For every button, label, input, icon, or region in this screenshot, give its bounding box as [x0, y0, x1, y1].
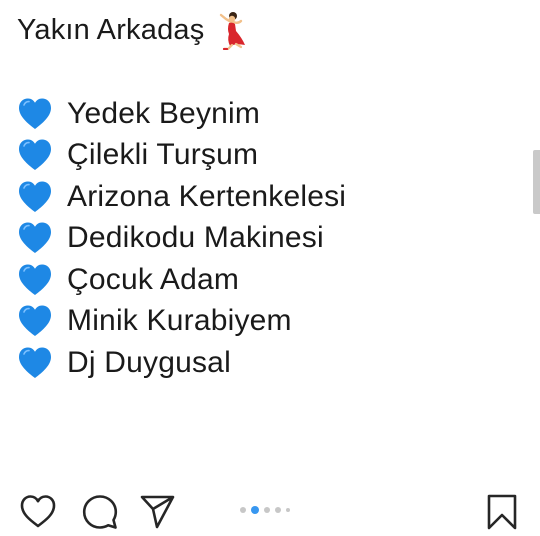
blue-heart-icon	[19, 139, 51, 171]
list-item: Çilekli Turşum	[17, 135, 517, 177]
comment-icon[interactable]	[80, 492, 120, 532]
caption-title: Yakın Arkadaş	[17, 13, 205, 46]
list-item-label: Arizona Kertenkelesi	[67, 179, 347, 213]
blue-heart-icon	[19, 98, 51, 129]
carousel-indicator	[240, 506, 290, 514]
blue-heart-icon	[19, 347, 51, 378]
dancer-icon	[220, 12, 246, 50]
list-item-label: Dedikodu Makinesi	[67, 221, 324, 255]
post-screen: Yakın Arkadaş Yedek Beynim Çilekli Turşu…	[0, 0, 540, 536]
list-item-label: Minik Kurabiyem	[67, 304, 292, 338]
bookmark-icon[interactable]	[482, 492, 522, 532]
list-item: Yedek Beynim	[17, 93, 517, 135]
blue-heart-icon	[19, 264, 51, 295]
list-item-label: Yedek Beynim	[67, 96, 261, 130]
list-item-label: Dj Duygusal	[67, 345, 231, 379]
scrollbar[interactable]	[533, 150, 540, 214]
share-icon[interactable]	[138, 492, 178, 532]
post-action-bar	[0, 484, 540, 536]
carousel-dot	[240, 507, 246, 513]
list-item: Minik Kurabiyem	[17, 301, 517, 343]
caption-list: Yedek Beynim Çilekli Turşum Arizona Kert…	[17, 93, 517, 384]
carousel-dot-active	[251, 506, 259, 514]
blue-heart-icon	[19, 181, 51, 212]
list-item: Dj Duygusal	[17, 342, 517, 384]
blue-heart-icon	[19, 305, 51, 337]
list-item: Dedikodu Makinesi	[17, 218, 517, 260]
post-caption: Yakın Arkadaş Yedek Beynim Çilekli Turşu…	[17, 8, 517, 384]
carousel-dot	[286, 508, 290, 512]
carousel-dot	[275, 507, 281, 513]
caption-title-line: Yakın Arkadaş	[17, 8, 517, 52]
carousel-dot	[264, 507, 270, 513]
list-item-label: Çilekli Turşum	[67, 138, 259, 172]
heart-outline-icon[interactable]	[18, 492, 58, 532]
list-item-label: Çocuk Adam	[67, 262, 240, 296]
blue-heart-icon	[19, 222, 51, 254]
list-item: Arizona Kertenkelesi	[17, 176, 517, 218]
list-item: Çocuk Adam	[17, 259, 517, 301]
